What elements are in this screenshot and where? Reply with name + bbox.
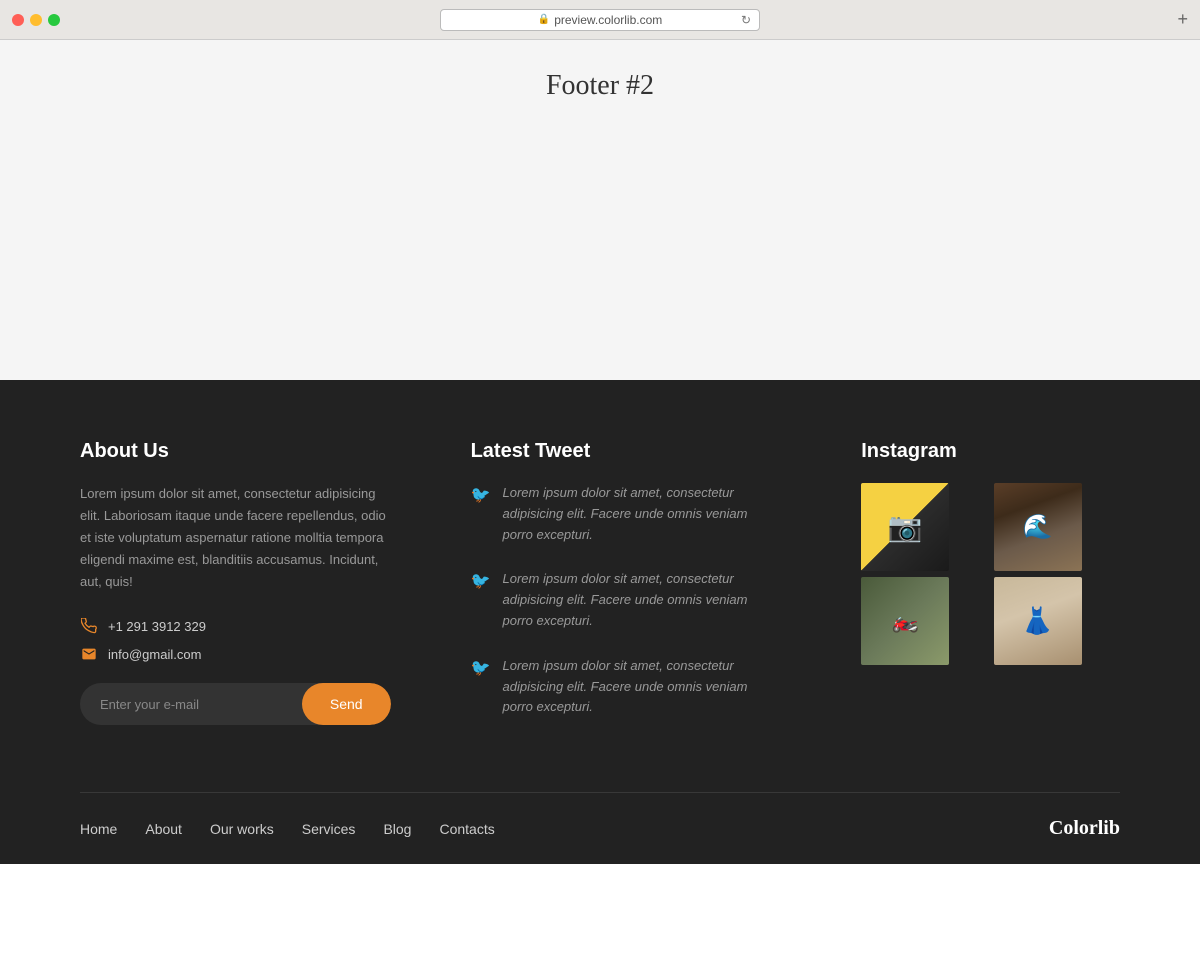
tweet-text-2: Lorem ipsum dolor sit amet, consectetur … <box>503 569 782 631</box>
nav-link-blog[interactable]: Blog <box>383 821 411 837</box>
footer-top: About Us Lorem ipsum dolor sit amet, con… <box>80 440 1120 792</box>
instagram-image-4[interactable] <box>994 577 1082 665</box>
phone-number: +1 291 3912 329 <box>108 619 206 634</box>
phone-contact: +1 291 3912 329 <box>80 617 391 635</box>
maximize-button[interactable] <box>48 14 60 26</box>
instagram-image-3[interactable] <box>861 577 949 665</box>
main-content-area: Footer #2 <box>0 40 1200 380</box>
nav-link-our-works[interactable]: Our works <box>210 821 274 837</box>
url-text: preview.colorlib.com <box>554 13 662 27</box>
instagram-column: Instagram <box>861 440 1120 742</box>
tweet-title: Latest Tweet <box>471 440 782 463</box>
lock-icon: 🔒 <box>538 14 550 25</box>
minimize-button[interactable] <box>30 14 42 26</box>
email-input[interactable] <box>80 683 302 725</box>
nav-link-contacts[interactable]: Contacts <box>439 821 494 837</box>
tweet-item-3: 🐦 Lorem ipsum dolor sit amet, consectetu… <box>471 656 782 718</box>
new-tab-button[interactable]: + <box>1177 9 1188 30</box>
mail-icon <box>80 645 98 663</box>
tweet-text-3: Lorem ipsum dolor sit amet, consectetur … <box>503 656 782 718</box>
twitter-icon-1: 🐦 <box>471 485 491 545</box>
address-bar[interactable]: 🔒 preview.colorlib.com ↻ <box>440 9 760 31</box>
nav-link-about[interactable]: About <box>145 821 182 837</box>
instagram-grid <box>861 483 1120 665</box>
brand-name: Colorlib <box>1049 817 1120 840</box>
send-button[interactable]: Send <box>302 683 391 725</box>
twitter-icon-3: 🐦 <box>471 658 491 718</box>
footer-nav: Home About Our works Services Blog Conta… <box>80 821 495 837</box>
about-title: About Us <box>80 440 391 463</box>
nav-link-services[interactable]: Services <box>302 821 356 837</box>
newsletter-form: Send <box>80 683 391 725</box>
about-column: About Us Lorem ipsum dolor sit amet, con… <box>80 440 391 742</box>
browser-chrome: 🔒 preview.colorlib.com ↻ + <box>0 0 1200 40</box>
instagram-title: Instagram <box>861 440 1120 463</box>
tweet-item-2: 🐦 Lorem ipsum dolor sit amet, consectetu… <box>471 569 782 631</box>
tweet-column: Latest Tweet 🐦 Lorem ipsum dolor sit ame… <box>471 440 782 742</box>
tweet-item-1: 🐦 Lorem ipsum dolor sit amet, consectetu… <box>471 483 782 545</box>
instagram-image-2[interactable] <box>994 483 1082 571</box>
nav-link-home[interactable]: Home <box>80 821 117 837</box>
refresh-icon[interactable]: ↻ <box>741 13 751 27</box>
phone-icon <box>80 617 98 635</box>
instagram-image-1[interactable] <box>861 483 949 571</box>
footer: About Us Lorem ipsum dolor sit amet, con… <box>0 380 1200 864</box>
email-address: info@gmail.com <box>108 647 201 662</box>
twitter-icon-2: 🐦 <box>471 571 491 631</box>
email-contact: info@gmail.com <box>80 645 391 663</box>
tweet-text-1: Lorem ipsum dolor sit amet, consectetur … <box>503 483 782 545</box>
footer-bottom: Home About Our works Services Blog Conta… <box>80 792 1120 864</box>
page-title: Footer #2 <box>546 70 654 102</box>
about-description: Lorem ipsum dolor sit amet, consectetur … <box>80 483 391 593</box>
close-button[interactable] <box>12 14 24 26</box>
traffic-lights <box>12 14 60 26</box>
